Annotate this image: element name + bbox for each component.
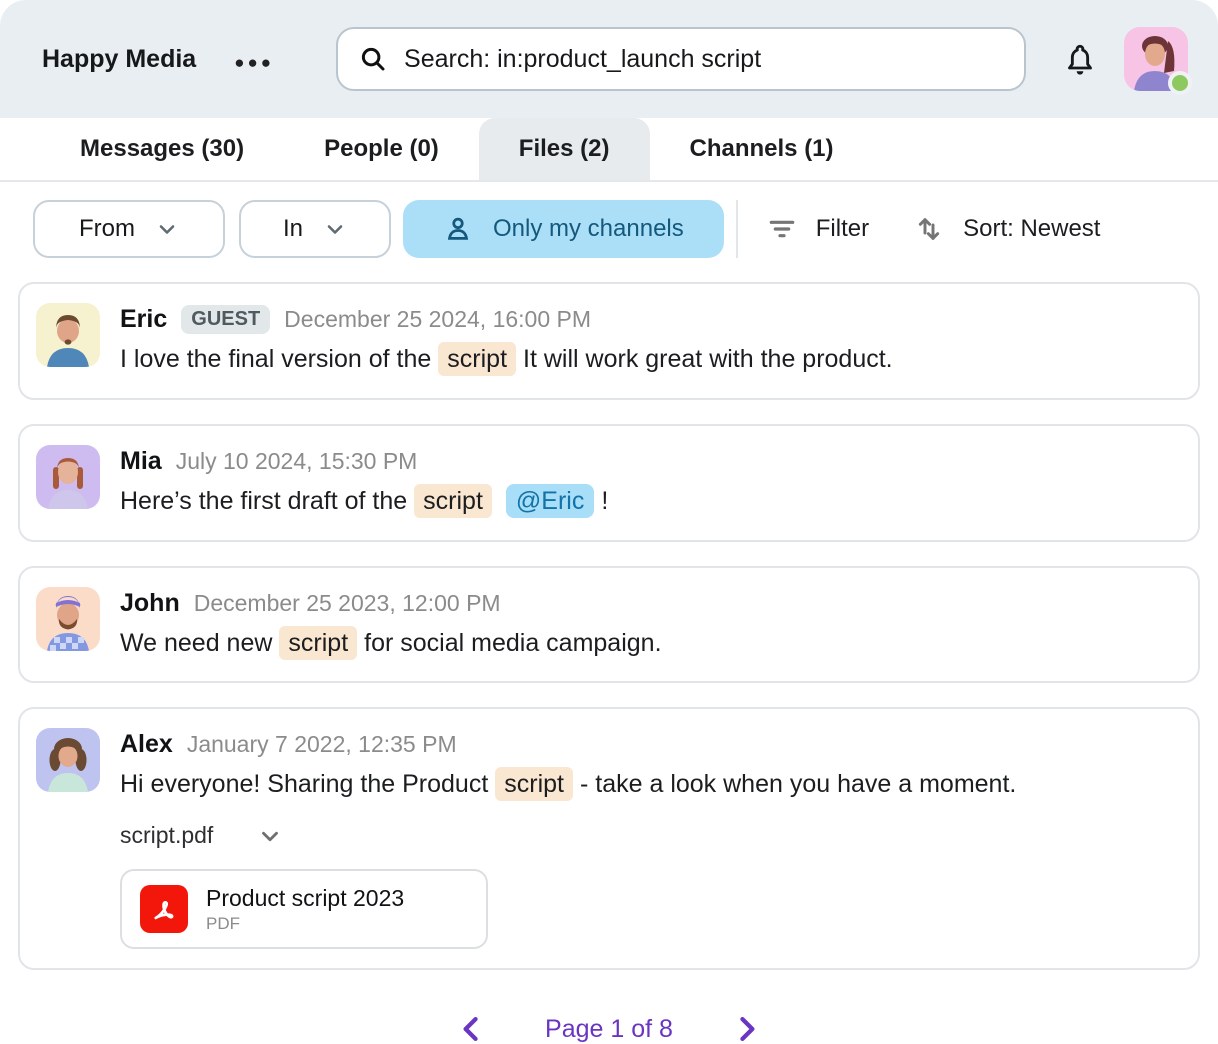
tab-files[interactable]: Files (2) bbox=[479, 118, 650, 180]
in-filter-dropdown[interactable]: In bbox=[239, 200, 391, 258]
notifications-bell-icon[interactable] bbox=[1062, 41, 1098, 77]
workspace-menu-ellipsis-icon[interactable]: ●●● bbox=[234, 48, 274, 71]
pagination: Page 1 of 8 bbox=[0, 1012, 1218, 1044]
attachment-collapse-toggle[interactable]: script.pdf bbox=[120, 822, 1016, 849]
adobe-pdf-icon bbox=[140, 885, 188, 933]
filter-button[interactable]: Filter bbox=[752, 213, 883, 245]
search-term-highlight: script bbox=[414, 484, 492, 518]
tab-people[interactable]: People (0) bbox=[284, 118, 479, 180]
user-avatar[interactable] bbox=[1124, 27, 1188, 91]
message-card-alex[interactable]: Alex January 7 2022, 12:35 PM Hi everyon… bbox=[18, 707, 1200, 970]
search-term-highlight: script bbox=[495, 767, 573, 801]
page-indicator: Page 1 of 8 bbox=[545, 1015, 673, 1044]
message-card-eric[interactable]: Eric GUEST December 25 2024, 16:00 PM I … bbox=[18, 282, 1200, 400]
message-segment: - take a look when you have a moment. bbox=[580, 770, 1016, 798]
tab-channels[interactable]: Channels (1) bbox=[650, 118, 874, 180]
message-segment: Hi everyone! Sharing the Product bbox=[120, 770, 488, 798]
workspace-name: Happy Media bbox=[42, 45, 196, 74]
message-segment: for social media campaign. bbox=[364, 629, 661, 657]
filter-toolbar: From In Only my channels Filter bbox=[0, 200, 1218, 258]
from-filter-label: From bbox=[79, 215, 135, 243]
only-my-channels-label: Only my channels bbox=[493, 215, 684, 243]
arrows-up-down-icon bbox=[913, 213, 945, 245]
message-text: Hi everyone! Sharing the Productscript- … bbox=[120, 765, 1016, 804]
chevron-down-icon bbox=[323, 217, 347, 241]
attachment-title: Product script 2023 bbox=[206, 885, 404, 912]
message-timestamp: December 25 2023, 12:00 PM bbox=[194, 590, 501, 617]
message-text: We need newscriptfor social media campai… bbox=[120, 624, 662, 663]
search-term-highlight: script bbox=[438, 342, 516, 376]
top-bar: Happy Media ●●● bbox=[0, 0, 1218, 118]
message-timestamp: January 7 2022, 12:35 PM bbox=[187, 731, 457, 758]
avatar-alex bbox=[36, 728, 100, 792]
tab-messages[interactable]: Messages (30) bbox=[40, 118, 284, 180]
attachment-type-label: PDF bbox=[206, 914, 404, 934]
from-filter-dropdown[interactable]: From bbox=[33, 200, 225, 258]
message-segment: I love the final version of the bbox=[120, 345, 431, 373]
search-input[interactable] bbox=[404, 45, 1004, 74]
search-result-tabs: Messages (30) People (0) Files (2) Chann… bbox=[0, 118, 1218, 182]
message-card-mia[interactable]: Mia July 10 2024, 15:30 PM Here’s the fi… bbox=[18, 424, 1200, 542]
next-page-chevron-right-icon[interactable] bbox=[729, 1012, 763, 1044]
chevron-down-icon bbox=[155, 217, 179, 241]
message-timestamp: July 10 2024, 15:30 PM bbox=[176, 448, 418, 475]
person-icon bbox=[443, 214, 473, 244]
search-results-list: Eric GUEST December 25 2024, 16:00 PM I … bbox=[0, 282, 1218, 970]
sender-name[interactable]: Mia bbox=[120, 447, 162, 476]
sort-button-label: Sort: Newest bbox=[963, 215, 1100, 243]
message-segment: Here’s the first draft of the bbox=[120, 487, 407, 515]
message-text: I love the final version of thescriptIt … bbox=[120, 340, 893, 379]
message-timestamp: December 25 2024, 16:00 PM bbox=[284, 306, 591, 333]
filter-lines-icon bbox=[766, 213, 798, 245]
search-bar[interactable] bbox=[336, 27, 1026, 91]
message-segment: It will work great with the product. bbox=[523, 345, 893, 373]
attachment-file-card[interactable]: Product script 2023 PDF bbox=[120, 869, 488, 949]
attachment-filename: script.pdf bbox=[120, 822, 213, 849]
search-term-highlight: script bbox=[279, 626, 357, 660]
sender-name[interactable]: John bbox=[120, 589, 180, 618]
message-text: Here’s the first draft of thescript @Eric… bbox=[120, 482, 608, 521]
app-window: Happy Media ●●● bbox=[0, 0, 1218, 1044]
previous-page-chevron-left-icon[interactable] bbox=[455, 1012, 489, 1044]
message-card-john[interactable]: John December 25 2023, 12:00 PM We need … bbox=[18, 566, 1200, 684]
chevron-down-icon bbox=[257, 823, 283, 849]
message-segment: We need new bbox=[120, 629, 272, 657]
filter-button-label: Filter bbox=[816, 215, 869, 243]
avatar-john bbox=[36, 587, 100, 651]
only-my-channels-toggle[interactable]: Only my channels bbox=[403, 200, 724, 258]
avatar-mia bbox=[36, 445, 100, 509]
in-filter-label: In bbox=[283, 215, 303, 243]
sort-button[interactable]: Sort: Newest bbox=[899, 213, 1114, 245]
avatar-eric bbox=[36, 303, 100, 367]
online-status-dot bbox=[1168, 71, 1192, 95]
search-icon bbox=[358, 44, 388, 74]
guest-badge: GUEST bbox=[181, 305, 270, 334]
sender-name[interactable]: Alex bbox=[120, 730, 173, 759]
message-segment: ! bbox=[601, 487, 608, 515]
toolbar-divider bbox=[736, 200, 738, 258]
sender-name[interactable]: Eric bbox=[120, 305, 167, 334]
user-mention[interactable]: @Eric bbox=[506, 484, 594, 518]
